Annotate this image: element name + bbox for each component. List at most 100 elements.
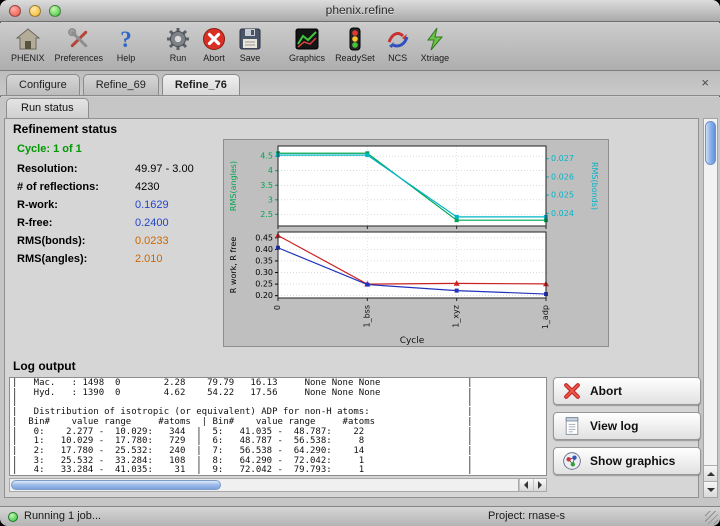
toolbar-item-readyset[interactable]: ReadySet	[330, 25, 380, 64]
refinement-charts: 2.533.544.50.0240.0250.0260.027RMS(angle…	[224, 140, 608, 346]
svg-text:Cycle: Cycle	[400, 336, 425, 346]
svg-text:R work, R free: R work, R free	[229, 237, 238, 294]
svg-text:3.5: 3.5	[260, 181, 273, 190]
toolbar-item-label: Run	[170, 53, 187, 63]
window-title: phenix.refine	[0, 0, 720, 21]
tab-run-status[interactable]: Run status	[6, 98, 89, 118]
log-text: | Mac. : 1498 0 2.28 79.79 16.13 None No…	[10, 378, 546, 476]
toolbar-item-label: Help	[117, 53, 136, 63]
tab-configure[interactable]: Configure	[6, 74, 80, 95]
resize-grip[interactable]	[705, 511, 718, 524]
tab-area-close-button[interactable]: ×	[696, 73, 714, 93]
running-status-icon	[8, 512, 18, 522]
log-horizontal-scrollbar[interactable]	[9, 478, 547, 492]
ncs-icon	[385, 26, 411, 52]
svg-text:0.024: 0.024	[551, 209, 574, 218]
traffic-lights	[9, 5, 61, 17]
action-buttons: Abort View log Show graphics	[553, 377, 701, 482]
svg-text:?: ?	[120, 27, 132, 52]
run-status-page: Refinement status Cycle: 1 of 1 Resoluti…	[4, 118, 699, 498]
action-label: View log	[590, 419, 638, 433]
refinement-status-header: Refinement status	[13, 122, 117, 136]
toolbar-item-abort[interactable]: Abort	[196, 25, 232, 64]
svg-text:1_adp: 1_adp	[541, 305, 550, 329]
tab-strip: ConfigureRefine_69Refine_76	[6, 71, 696, 95]
svg-text:4.5: 4.5	[260, 152, 273, 161]
toolbar-item-label: Save	[240, 53, 261, 63]
svg-text:2.5: 2.5	[260, 210, 273, 219]
svg-text:0: 0	[273, 305, 282, 310]
stat-value: 0.1629	[135, 199, 169, 211]
svg-text:0.35: 0.35	[255, 256, 273, 265]
toolbar: PHENIXPreferences?HelpRunAbortSaveGraphi…	[0, 23, 720, 71]
run-icon	[165, 26, 191, 52]
tab-bar: ConfigureRefine_69Refine_76 ×	[0, 71, 720, 96]
svg-text:1_bss: 1_bss	[362, 305, 371, 328]
scroll-up-button[interactable]	[704, 465, 717, 481]
stat-label: R-work:	[17, 199, 135, 211]
toolbar-item-graphics[interactable]: Graphics	[284, 25, 330, 64]
svg-text:0.40: 0.40	[255, 245, 273, 254]
close-window-button[interactable]	[9, 5, 21, 17]
svg-text:RMS(bonds): RMS(bonds)	[590, 162, 599, 210]
abort-x-icon	[562, 381, 582, 401]
view-log-icon	[562, 416, 582, 436]
svg-text:0.25: 0.25	[255, 280, 273, 289]
svg-text:0.027: 0.027	[551, 154, 574, 163]
toolbar-item-label: PHENIX	[11, 53, 45, 63]
stat-value: 2.010	[135, 253, 163, 265]
toolbar-item-ncs[interactable]: NCS	[380, 25, 416, 64]
scroll-left-button[interactable]	[519, 479, 533, 491]
scroll-right-button[interactable]	[533, 479, 547, 491]
svg-text:3: 3	[268, 195, 273, 204]
toolbar-item-preferences[interactable]: Preferences	[50, 25, 109, 64]
minimize-window-button[interactable]	[29, 5, 41, 17]
scroll-down-button[interactable]	[704, 481, 717, 497]
cycle-indicator: Cycle: 1 of 1	[17, 143, 82, 155]
toolbar-item-label: Xtriage	[421, 53, 450, 63]
vertical-scrollbar[interactable]	[703, 118, 718, 498]
svg-text:0.026: 0.026	[551, 172, 574, 181]
tab-refine_76[interactable]: Refine_76	[162, 74, 240, 95]
svg-text:4: 4	[268, 166, 273, 175]
stat-label: # of reflections:	[17, 181, 135, 193]
tab-refine_69[interactable]: Refine_69	[83, 74, 159, 95]
toolbar-item-phenix[interactable]: PHENIX	[6, 25, 50, 64]
svg-text:1_xyz: 1_xyz	[452, 305, 461, 328]
zoom-window-button[interactable]	[49, 5, 61, 17]
titlebar[interactable]: phenix.refine	[0, 0, 720, 22]
chart-panel: 2.533.544.50.0240.0250.0260.027RMS(angle…	[223, 139, 609, 347]
stat-row: # of reflections:4230	[17, 181, 221, 199]
content-area: Run status Refinement status Cycle: 1 of…	[0, 97, 720, 506]
log-output-area[interactable]: | Mac. : 1498 0 2.28 79.79 16.13 None No…	[9, 377, 547, 476]
scrollbar-arrows	[704, 465, 717, 497]
scrollbar-thumb[interactable]	[705, 121, 716, 165]
save-icon	[237, 26, 263, 52]
stat-row: Resolution:49.97 - 3.00	[17, 163, 221, 181]
toolbar-item-xtriage[interactable]: Xtriage	[416, 25, 455, 64]
xtriage-icon	[422, 26, 448, 52]
show-graphics-button[interactable]: Show graphics	[553, 447, 701, 475]
abort-button[interactable]: Abort	[553, 377, 701, 405]
toolbar-item-run[interactable]: Run	[160, 25, 196, 64]
stat-value: 4230	[135, 181, 159, 193]
phenix-home-icon	[15, 26, 41, 52]
svg-text:0.30: 0.30	[255, 268, 273, 277]
toolbar-item-save[interactable]: Save	[232, 25, 268, 64]
stat-label: R-free:	[17, 217, 135, 229]
stat-label: Resolution:	[17, 163, 135, 175]
app-window: phenix.refine PHENIXPreferences?HelpRunA…	[0, 0, 720, 526]
toolbar-item-label: ReadySet	[335, 53, 375, 63]
status-message: Running 1 job...	[24, 510, 101, 522]
stat-row: R-free:0.2400	[17, 217, 221, 235]
view-log-button[interactable]: View log	[553, 412, 701, 440]
log-scrollbar-thumb[interactable]	[11, 480, 221, 490]
stat-row: R-work:0.1629	[17, 199, 221, 217]
toolbar-item-label: Abort	[203, 53, 225, 63]
action-label: Show graphics	[590, 454, 675, 468]
stat-value: 0.2400	[135, 217, 169, 229]
stat-label: RMS(angles):	[17, 253, 135, 265]
toolbar-item-help[interactable]: ?Help	[108, 25, 144, 64]
toolbar-item-label: Preferences	[55, 53, 104, 63]
stat-row: RMS(bonds):0.0233	[17, 235, 221, 253]
